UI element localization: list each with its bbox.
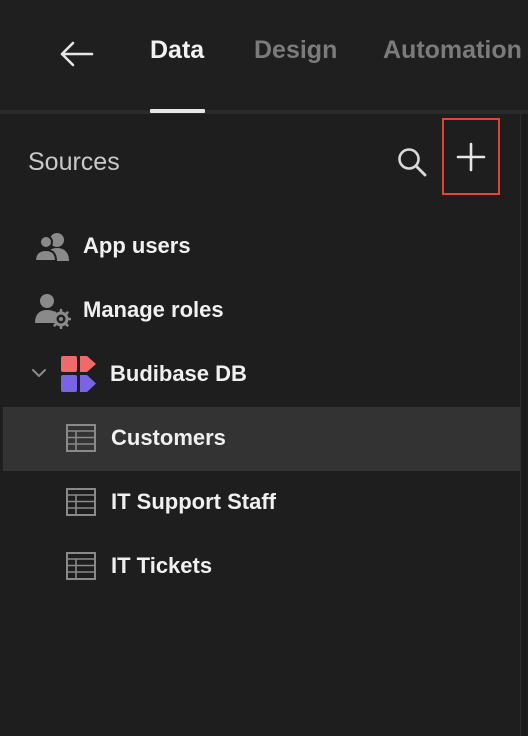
- source-item-app-users[interactable]: App users: [3, 215, 520, 279]
- user-gear-icon: [35, 294, 71, 329]
- tab-design[interactable]: Design: [254, 36, 337, 65]
- arrow-left-icon: [60, 41, 94, 67]
- active-tab-indicator: [150, 109, 205, 113]
- panel-divider: [520, 114, 528, 736]
- budibase-logo-icon: [61, 356, 96, 392]
- table-item-label: IT Support Staff: [111, 489, 276, 514]
- table-icon: [66, 488, 96, 516]
- search-button[interactable]: [396, 146, 428, 178]
- search-icon: [398, 148, 427, 177]
- users-icon: [35, 233, 69, 262]
- chevron-down-icon[interactable]: [31, 367, 47, 379]
- source-item-label: Budibase DB: [110, 361, 247, 386]
- source-item-budibase-db[interactable]: Budibase DB: [3, 343, 520, 407]
- source-item-label: Manage roles: [83, 297, 224, 322]
- top-nav: Data Design Automation: [0, 0, 528, 110]
- table-item-customers[interactable]: Customers: [3, 407, 520, 471]
- table-item-it-tickets[interactable]: IT Tickets: [3, 535, 520, 599]
- table-item-it-support-staff[interactable]: IT Support Staff: [3, 471, 520, 535]
- table-icon: [66, 552, 96, 580]
- tab-data[interactable]: Data: [150, 36, 204, 65]
- add-source-button[interactable]: [442, 118, 500, 195]
- source-item-label: App users: [83, 233, 191, 258]
- source-item-manage-roles[interactable]: Manage roles: [3, 279, 520, 343]
- table-item-label: Customers: [111, 425, 226, 450]
- tab-automation[interactable]: Automation: [383, 36, 522, 65]
- app-window: Data Design Automation Sources App users: [0, 0, 528, 736]
- plus-icon: [456, 142, 486, 171]
- table-icon: [66, 424, 96, 452]
- table-item-label: IT Tickets: [111, 553, 213, 578]
- back-button[interactable]: [56, 34, 96, 74]
- sources-title: Sources: [28, 148, 120, 176]
